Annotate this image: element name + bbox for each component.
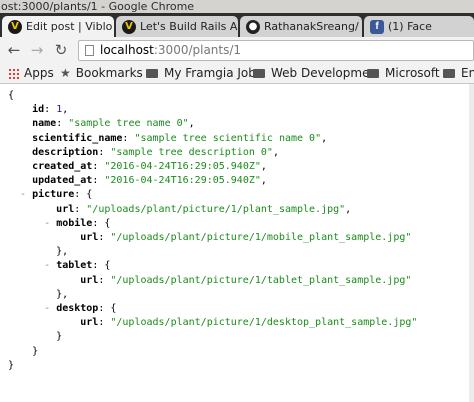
collapse-toggle[interactable]: -: [44, 260, 50, 271]
tab-label: (1) Face: [388, 20, 432, 33]
json-key-id: id: [32, 104, 45, 116]
forward-arrow-icon[interactable]: →: [28, 41, 46, 59]
tab-label: Let's Build Rails A: [140, 20, 238, 33]
facebook-icon: f: [370, 19, 384, 34]
json-value-mobile-url: "/uploads/plant/picture/1/mobile_plant_s…: [110, 232, 412, 244]
collapse-toggle[interactable]: -: [20, 189, 26, 200]
json-key-picture: picture: [32, 189, 75, 201]
bookmarks-bar: Apps ★ Bookmarks My Framgia Job Web Deve…: [0, 64, 474, 84]
window-title: ost:3000/plants/1 - Google Chrome: [1, 0, 195, 13]
tab-facebook[interactable]: f (1) Face: [364, 16, 474, 37]
json-key-created-at: created_at: [32, 161, 93, 173]
url-path: :3000/plants/1: [153, 43, 242, 57]
json-viewer: { id: 1, name: "sample tree name 0", sci…: [8, 90, 418, 371]
json-value-created-at: "2016-04-24T16:29:05.940Z": [104, 161, 261, 173]
folder-icon: [443, 69, 455, 78]
json-key-url: url: [80, 232, 99, 244]
browser-toolbar: ← → ↻ localhost:3000/plants/1: [0, 37, 474, 64]
reload-icon[interactable]: ↻: [52, 41, 70, 59]
json-value-name: "sample tree name 0": [68, 118, 189, 130]
json-value-description: "sample tree description 0": [110, 146, 273, 158]
json-value-id: 1: [56, 104, 63, 116]
tab-github-rathanak[interactable]: ● RathanakSreang/: [240, 16, 362, 37]
bookmark-apps[interactable]: Apps: [8, 65, 54, 82]
json-value-scientific-name: "sample tree scientific name 0": [134, 132, 322, 144]
folder-icon: [253, 69, 265, 78]
json-value-picture-url: "/uploads/plant/picture/1/plant_sample.j…: [86, 203, 346, 215]
bookmark-label: Web Developme: [271, 66, 370, 80]
json-value-desktop-url: "/uploads/plant/picture/1/desktop_plant_…: [110, 317, 418, 329]
json-value-tablet-url: "/uploads/plant/picture/1/tablet_plant_s…: [110, 274, 412, 286]
apps-icon: [8, 68, 19, 79]
json-key-scientific-name: scientific_name: [32, 132, 123, 144]
json-key-tablet: tablet: [56, 260, 93, 272]
collapse-toggle[interactable]: -: [44, 303, 50, 314]
folder-icon: [146, 69, 158, 78]
tab-edit-post[interactable]: V Edit post | Viblo ×: [2, 16, 114, 37]
url-host: localhost: [100, 43, 154, 57]
github-icon: ●: [246, 19, 260, 34]
tab-label: Edit post | Viblo: [26, 20, 113, 33]
bookmark-my-framgia-job[interactable]: My Framgia Job: [146, 65, 256, 82]
bookmark-en[interactable]: En: [443, 65, 474, 82]
bookmark-label: En: [461, 66, 474, 80]
bookmark-web-development[interactable]: Web Developme: [253, 65, 369, 82]
json-close-brace: }: [8, 359, 15, 371]
bookmark-label: Bookmarks: [75, 66, 143, 80]
scrollbar[interactable]: [469, 84, 474, 402]
json-open-brace: {: [8, 90, 15, 101]
tab-lets-build-rails[interactable]: V Let's Build Rails A: [116, 16, 238, 37]
viblo-icon: V: [122, 19, 136, 34]
page-content: { id: 1, name: "sample tree name 0", sci…: [0, 84, 474, 402]
folder-icon: [367, 69, 379, 78]
tab-strip: V Edit post | Viblo × V Let's Build Rail…: [0, 13, 474, 37]
json-key-desktop: desktop: [56, 303, 99, 315]
json-key-updated-at: updated_at: [32, 175, 93, 187]
bookmark-bookmarks[interactable]: ★ Bookmarks: [60, 65, 143, 82]
page-icon: [85, 45, 94, 56]
bookmark-label: My Framgia Job: [164, 66, 256, 80]
address-bar[interactable]: localhost:3000/plants/1: [78, 40, 474, 61]
json-key-name: name: [32, 118, 57, 130]
window-title-bar: ost:3000/plants/1 - Google Chrome: [0, 0, 474, 13]
json-value-updated-at: "2016-04-24T16:29:05.940Z": [104, 175, 261, 187]
json-key-mobile: mobile: [56, 217, 93, 229]
bookmark-microsoft[interactable]: Microsoft: [367, 65, 440, 82]
bookmark-label: Apps: [24, 66, 54, 80]
bookmark-label: Microsoft: [385, 66, 440, 80]
json-key-description: description: [32, 146, 99, 158]
json-key-url: url: [80, 274, 99, 286]
tab-label: RathanakSreang/: [264, 20, 359, 33]
json-key-url: url: [80, 317, 99, 329]
json-key-url: url: [56, 203, 75, 215]
viblo-icon: V: [8, 19, 22, 34]
collapse-toggle[interactable]: -: [44, 218, 50, 229]
star-icon: ★: [60, 66, 71, 80]
back-arrow-icon[interactable]: ←: [5, 41, 23, 59]
